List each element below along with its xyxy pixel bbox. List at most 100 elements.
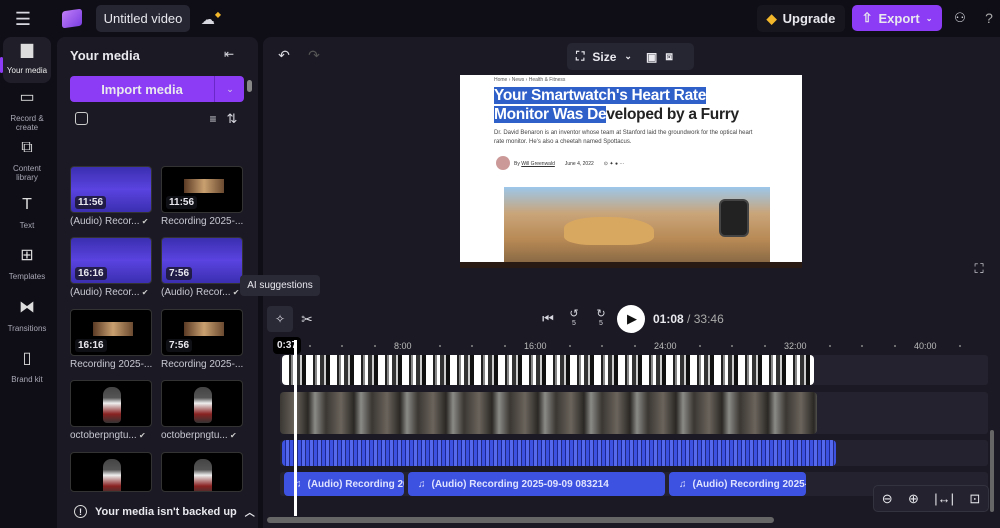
author-avatar [496,156,510,170]
time-display: 01:08 / 33:46 [653,312,724,326]
rail-your-media[interactable]: ▆ Your media [3,37,51,83]
rail-transitions[interactable]: ⧓ Transitions [3,300,51,334]
ai-suggestions-tooltip: AI suggestions [240,275,320,296]
resize-icon: ⛶ [576,49,585,63]
media-thumbnail[interactable]: 11:56 [161,166,243,213]
ai-suggestions-icon[interactable]: ✧ [267,306,293,332]
audio-clip[interactable]: ♫(Audio) Recording 2025-09-09 083214 [284,472,404,496]
ruler-tick [503,345,506,347]
help-icon[interactable]: ? [982,8,996,28]
media-name: octoberpngtu... [70,430,137,441]
collapse-panel-icon[interactable]: ⇤ [221,46,237,62]
ruler-tick [308,345,311,347]
captions-icon[interactable]: ⧈ [665,49,673,64]
media-caption: (Audio) Recor... ✔ [70,216,154,227]
undo-icon[interactable]: ↶ [276,47,292,63]
ruler-tick [958,345,961,347]
import-dropdown-chevron-icon[interactable]: ⌄ [216,76,244,102]
share-icons: ⊙ ✦ ● ··· [603,161,625,167]
media-thumbnail[interactable] [70,452,152,492]
clipchamp-logo [62,8,82,29]
ruler-tick-label: 40:00 [914,341,937,351]
media-thumbnail[interactable] [161,380,243,427]
ruler-tick-label: 24:00 [654,341,677,351]
playhead-line[interactable] [294,340,297,516]
audio-clip[interactable]: ♫(Audio) Recording 2025-09-09 083214 [408,472,665,496]
media-thumbnail[interactable]: 7:56 [161,309,243,356]
timeline-horizontal-scrollbar[interactable] [267,517,774,523]
size-dropdown[interactable]: Size [592,50,616,64]
rail-brand-kit[interactable]: ▯ Brand kit [3,350,51,385]
article-dek: Dr. David Benaron is an inventor whose t… [494,130,753,145]
zoom-controls: ⊖ ⊕ |↔| ⊡ [873,485,989,512]
chevron-down-icon: ⌄ [624,51,632,61]
video-clip-screen-recording[interactable] [282,355,814,385]
article-date: June 4, 2022 [564,161,594,167]
rail-templates[interactable]: ⊞ Templates [3,248,51,282]
skip-to-start-icon[interactable]: ⏮ [540,310,556,328]
zoom-out-icon[interactable]: ⊖ [882,491,893,507]
media-name: (Audio) Recor... [70,287,140,298]
fit-to-width-icon[interactable]: |↔| [934,491,954,506]
fit-timeline-icon[interactable]: ⊡ [969,491,980,507]
cloud-off-icon[interactable]: ☁ ◆ [200,8,222,30]
video-preview[interactable]: Home › News › Health & Fitness Your Smar… [460,75,802,268]
ruler-tick-label: 8:00 [394,341,412,351]
ruler-tick-label: 16:00 [524,341,547,351]
media-duration: 7:56 [166,267,193,280]
feedback-icon[interactable]: ⚇ [950,8,970,28]
media-thumbnail[interactable]: 7:56 [161,237,243,284]
redo-icon[interactable]: ↷ [306,47,322,63]
forward-5-icon[interactable]: ↻ 5 [593,308,609,330]
audio-clip[interactable]: ♫ (Audio) Recording 2025- [669,472,806,496]
scissors-icon[interactable]: ✂ [298,310,316,328]
rail-text[interactable]: T Text [3,197,51,231]
media-thumbnail[interactable]: 16:16 [70,237,152,284]
zoom-in-icon[interactable]: ⊕ [908,491,919,507]
filter-icon[interactable]: ≡ [206,112,220,126]
timeline-track-3 [280,440,988,466]
play-button[interactable]: ▶ [617,305,645,333]
video-clip-city[interactable] [280,392,817,434]
media-duration: 11:56 [166,196,198,209]
export-button[interactable]: ⇧ Export ⌄ [852,5,942,31]
rail-record-create[interactable]: ▭ Record & create [3,90,51,133]
video-frame [184,322,224,336]
fullscreen-icon[interactable]: ⛶ [971,261,987,277]
rail-content-library[interactable]: ⧉ Content library [3,140,51,183]
menu-icon[interactable]: ☰ [10,8,36,30]
media-duration: 16:16 [75,339,107,352]
article-breadcrumb: Home › News › Health & Fitness [494,77,566,83]
check-icon: ✔ [230,288,240,297]
current-time: 01:08 [653,312,684,326]
preview-toolbar: ⛶ Size ⌄ ▣ ⧈ [567,43,694,70]
ruler-tick [893,345,896,347]
ruler-tick [601,345,603,347]
media-thumbnail[interactable] [161,452,243,492]
byline: By Will Greenwald June 4, 2022 ⊙ ✦ ● ··· [514,161,624,167]
rail-label: Transitions [7,324,47,333]
check-icon: ✔ [139,217,149,226]
media-name: octoberpngtu... [161,430,228,441]
media-caption: Recording 2025-... [161,216,245,227]
sort-icon[interactable]: ⇅ [224,111,240,127]
media-thumbnail[interactable] [70,380,152,427]
project-title[interactable]: Untitled video [96,5,190,32]
rewind-5-icon[interactable]: ↺ 5 [566,308,582,330]
audio-waveform-clip[interactable] [282,440,836,466]
media-thumbnail[interactable]: 16:16 [70,309,152,356]
character-image [194,459,212,491]
ruler-tick [861,345,863,347]
select-all-checkbox[interactable] [75,112,88,125]
article-image [504,187,770,262]
ruler-tick-label: 32:00 [784,341,807,351]
media-thumbnail[interactable]: 11:56 [70,166,152,213]
brand-kit-icon: ▯ [22,350,32,367]
background-icon[interactable]: ▣ [646,50,657,64]
timeline-vertical-scrollbar[interactable] [990,430,994,512]
import-media-button[interactable]: Import media ⌄ [70,76,244,102]
upgrade-button[interactable]: ◆ Upgrade [757,5,845,32]
backup-notice[interactable]: ! Your media isn't backed up ︿ [57,495,258,528]
media-scrollbar[interactable] [247,80,252,92]
info-icon: ! [74,505,87,518]
